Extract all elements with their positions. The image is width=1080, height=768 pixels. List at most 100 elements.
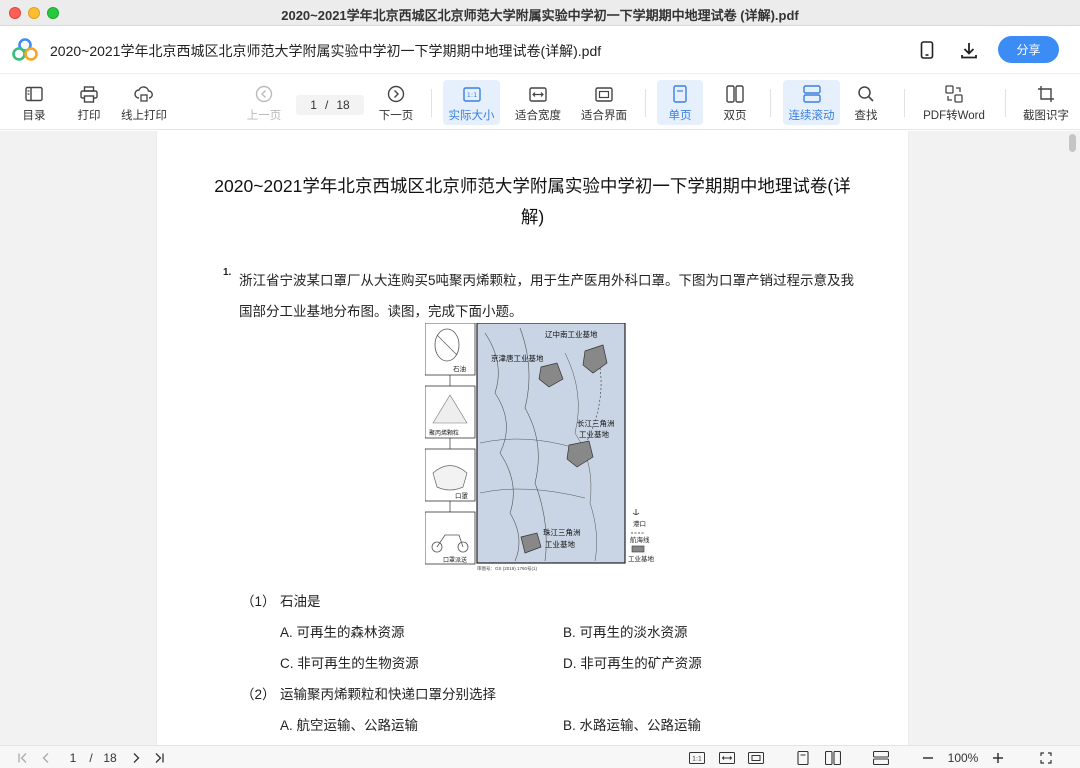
fit-window-label: 适合界面 <box>581 110 627 122</box>
svg-text:1:1: 1:1 <box>692 756 702 763</box>
online-print-button[interactable]: 线上打印 <box>117 80 171 125</box>
status-double-page-icon[interactable] <box>825 750 841 766</box>
prev-page-button[interactable]: 上一页 <box>244 80 284 125</box>
toc-label: 目录 <box>22 110 46 122</box>
fig-base-liaozhongnan: 辽中南工业基地 <box>545 329 598 339</box>
double-page-icon <box>724 83 746 105</box>
page-number-box[interactable]: 1 / 18 <box>296 95 364 115</box>
fit-window-button[interactable]: 适合界面 <box>576 80 632 125</box>
fullscreen-icon[interactable] <box>1039 750 1053 766</box>
last-page-icon[interactable] <box>152 750 166 766</box>
toc-button[interactable]: 目录 <box>14 80 54 125</box>
double-page-button[interactable]: 双页 <box>713 80 757 125</box>
toolbar-divider <box>904 89 905 117</box>
heading-line-1: 2020~2021学年北京西城区北京师范大学附属实验中学初一下学期期中地理试卷(… <box>214 176 851 196</box>
convert-icon <box>943 83 965 105</box>
prev-label: 上一页 <box>246 110 282 122</box>
document-title: 2020~2021学年北京西城区北京师范大学附属实验中学初一下学期期中地理试卷(… <box>50 43 602 59</box>
page-separator: / <box>324 98 329 112</box>
window-titlebar: 2020~2021学年北京西城区北京师范大学附属实验中学初一下学期期中地理试卷 … <box>0 0 1080 26</box>
sub2-text: 运输聚丙烯颗粒和快递口罩分别选择 <box>280 687 496 702</box>
fit-width-button[interactable]: 适合宽度 <box>510 80 566 125</box>
zoom-in-icon[interactable] <box>991 750 1005 766</box>
toolbar: 目录 打印 线上打印 上一页 下一页 1:1 实际大小 适合宽度 适合界面 单页… <box>0 75 1080 130</box>
heading-line-2: 解) <box>520 207 545 227</box>
pdf-to-word-label: PDF转Word <box>923 110 985 122</box>
search-button[interactable]: 查找 <box>847 80 885 125</box>
first-page-icon[interactable] <box>16 750 30 766</box>
actual-size-button[interactable]: 1:1 实际大小 <box>443 80 500 125</box>
fig-step-mask: 口罩 <box>455 492 469 500</box>
pdf-page: 2020~2021学年北京西城区北京师范大学附属实验中学初一下学期期中地理试卷(… <box>157 131 908 745</box>
status-actual-size-icon[interactable]: 1:1 <box>689 750 705 766</box>
fig-base-zhujiang-1: 珠江三角洲 <box>543 527 581 537</box>
actual-size-icon: 1:1 <box>461 83 483 105</box>
page-total: 18 <box>336 98 350 112</box>
print-label: 打印 <box>77 110 101 122</box>
next-page-icon[interactable] <box>130 750 142 766</box>
fig-legend-base: 工业基地 <box>628 554 655 563</box>
sub1-text: 石油是 <box>280 594 321 609</box>
actual-size-label: 实际大小 <box>448 110 495 122</box>
share-button[interactable]: 分享 <box>998 36 1059 63</box>
continuous-scroll-button[interactable]: 连续滚动 <box>783 80 840 125</box>
document-heading: 2020~2021学年北京西城区北京师范大学附属实验中学初一下学期期中地理试卷(… <box>207 171 858 233</box>
fig-base-zhujiang-2: 工业基地 <box>545 539 575 549</box>
sub2-option-a: A. 航空运输、公路运输 <box>280 718 419 733</box>
toolbar-divider <box>645 89 646 117</box>
next-label: 下一页 <box>378 110 414 122</box>
pdf-to-word-button[interactable]: PDF转Word <box>918 80 990 125</box>
status-bar: 1 / 18 1:1 100% <box>0 745 1080 768</box>
question-number: 1. <box>223 267 232 278</box>
sub1-option-b: B. 可再生的淡水资源 <box>563 625 688 640</box>
fig-step-delivery: 口罩派送 <box>443 556 467 564</box>
fit-width-icon <box>527 83 549 105</box>
search-icon <box>855 83 877 105</box>
status-fit-window-icon[interactable] <box>748 750 764 766</box>
sub1-option-a: A. 可再生的森林资源 <box>280 625 405 640</box>
continuous-scroll-icon <box>801 83 823 105</box>
online-print-label: 线上打印 <box>121 110 167 122</box>
zoom-out-icon[interactable] <box>921 750 935 766</box>
toc-icon <box>23 83 45 105</box>
page-current-input[interactable]: 1 <box>310 98 317 112</box>
prev-page-icon[interactable] <box>40 750 52 766</box>
ocr-button[interactable]: 截图识字 <box>1019 80 1073 125</box>
status-fit-width-icon[interactable] <box>719 750 735 766</box>
status-continuous-icon[interactable] <box>873 750 889 766</box>
single-page-label: 单页 <box>668 110 692 122</box>
sub1-option-c: C. 非可再生的生物资源 <box>280 656 419 671</box>
document-viewport[interactable]: 2020~2021学年北京西城区北京师范大学附属实验中学初一下学期期中地理试卷(… <box>0 131 1080 745</box>
fig-step-oil: 石油 <box>453 364 466 373</box>
sub2-option-b: B. 水路运输、公路运输 <box>563 718 702 733</box>
question-text: 浙江省宁波某口罩厂从大连购买5吨聚丙烯颗粒，用于生产医用外科口罩。下图为口罩产销… <box>239 273 855 319</box>
toolbar-divider <box>770 89 771 117</box>
continuous-scroll-label: 连续滚动 <box>788 110 835 122</box>
status-total-pages: 18 <box>103 751 117 765</box>
fig-base-jingjintang: 京津唐工业基地 <box>491 353 544 363</box>
ocr-label: 截图识字 <box>1023 110 1069 122</box>
download-icon[interactable] <box>957 38 981 62</box>
vertical-scrollbar[interactable] <box>1069 134 1076 152</box>
toolbar-divider <box>1005 89 1006 117</box>
fit-width-label: 适合宽度 <box>515 110 561 122</box>
fig-base-changjiang-1: 长江三角洲 <box>577 418 615 428</box>
single-page-button[interactable]: 单页 <box>657 80 703 125</box>
printer-icon <box>78 83 100 105</box>
search-label: 查找 <box>854 110 878 122</box>
double-page-label: 双页 <box>723 110 747 122</box>
fig-legend-port: 港口 <box>633 519 646 528</box>
single-page-icon <box>669 83 691 105</box>
question-figure: 石油 聚丙烯颗粒 口罩 口罩派送 辽中南工业基地 京津唐工业基地 长江三角洲 工… <box>425 323 655 572</box>
zoom-level[interactable]: 100% <box>943 750 983 766</box>
app-header: 2020~2021学年北京西城区北京师范大学附属实验中学初一下学期期中地理试卷(… <box>0 26 1080 74</box>
next-page-button[interactable]: 下一页 <box>375 80 417 125</box>
sub2-label: （2） <box>241 687 276 702</box>
status-current-page[interactable]: 1 <box>66 750 80 766</box>
print-button[interactable]: 打印 <box>70 80 108 125</box>
status-single-page-icon[interactable] <box>796 750 810 766</box>
fig-map-number: 审图号：GS (2019) 1760号(1) <box>477 565 538 572</box>
mobile-view-icon[interactable] <box>915 38 939 62</box>
fig-base-changjiang-2: 工业基地 <box>579 429 609 439</box>
window-title: 2020~2021学年北京西城区北京师范大学附属实验中学初一下学期期中地理试卷 … <box>281 8 799 23</box>
